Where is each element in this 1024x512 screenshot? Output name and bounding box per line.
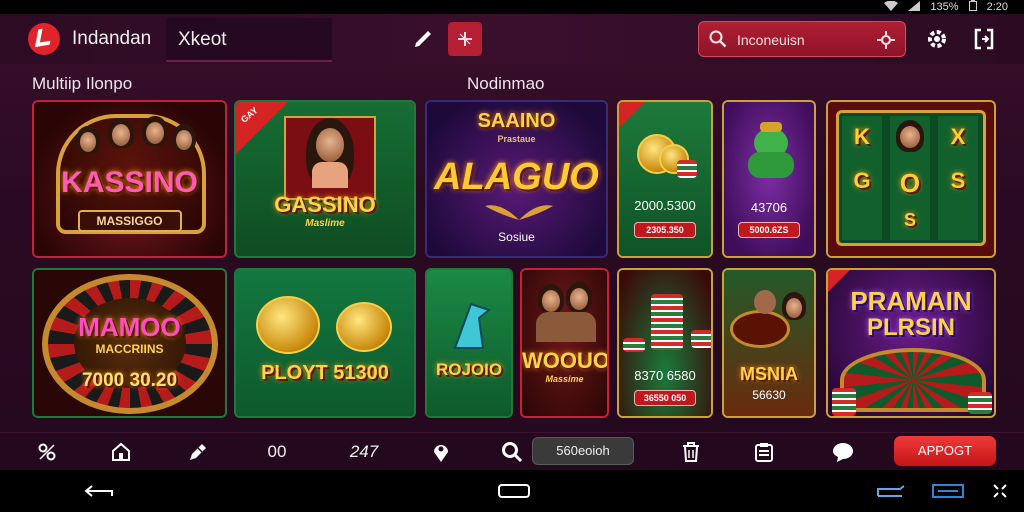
tile-subtitle: PLRSIN: [866, 314, 955, 341]
keyboard-icon[interactable]: [932, 482, 964, 500]
counter-b: 247: [349, 442, 379, 461]
signal-icon: [908, 0, 921, 14]
home-nav-icon[interactable]: [498, 482, 530, 500]
tile-subtitle: MACCRIINS: [95, 342, 164, 356]
tile-amount: 43706: [750, 200, 788, 215]
battery-icon: [968, 0, 977, 14]
reel-symbol: X: [950, 124, 966, 149]
game-tile-msnia[interactable]: MSNIA 56630: [722, 268, 816, 418]
location-pin-icon[interactable]: [430, 439, 452, 465]
tile-pill: 5000.6ZS: [738, 222, 800, 238]
reel-symbol: O: [899, 168, 921, 198]
tile-title: WOOUO: [522, 348, 609, 373]
settings-slider-icon[interactable]: [877, 31, 895, 49]
tile-subtitle: Maslime: [305, 218, 345, 229]
game-tile-pramain[interactable]: PRAMAIN PLRSIN: [826, 268, 996, 418]
system-nav-bar: [0, 470, 1024, 512]
tile-amount: 56630: [752, 388, 786, 402]
arrow-up-icon: [453, 302, 492, 349]
bottom-toolbar: 00 247 560eoioh APPOGT: [0, 432, 1024, 470]
tile-pill: MASSIGGO: [77, 210, 182, 232]
tile-amount: 8370 6580: [634, 368, 696, 383]
search-icon: [709, 30, 727, 48]
tile-top-subtitle: Prastaue: [497, 134, 536, 144]
status-bar: 135% 2:20: [0, 0, 1024, 14]
tile-pill: 2305.350: [634, 222, 696, 238]
pen-icon[interactable]: [410, 26, 436, 52]
tile-amount: 2000.5300: [634, 198, 696, 213]
tile-title: GASSINO: [274, 192, 376, 217]
game-tile-kassino[interactable]: KASSINO MASSIGGO: [32, 100, 227, 258]
search-icon[interactable]: [500, 439, 524, 465]
chat-bubble-icon[interactable]: [830, 439, 856, 465]
tile-title: KASSINO: [61, 166, 198, 199]
app-window: Indandan Xkeot Inconeuisn Multiip Ilonpo…: [0, 14, 1024, 470]
tile-top-title: SAAINO: [477, 110, 556, 132]
game-tile-frog[interactable]: 43706 5000.6ZS: [722, 100, 816, 258]
session-pill[interactable]: 560eoioh: [532, 437, 634, 465]
reel-symbol: K: [854, 124, 870, 149]
tile-amount: ROJOIO: [435, 360, 503, 379]
edit-icon[interactable]: [186, 439, 210, 465]
tab-label: Xkeot: [178, 29, 227, 50]
game-tile-woouo[interactable]: WOOUO Massime: [520, 268, 609, 418]
tile-title: ALAGUO: [434, 156, 599, 198]
tile-title: MAMOO: [78, 312, 181, 342]
brand-name: Indandan: [72, 28, 152, 49]
link-icon[interactable]: [36, 439, 58, 465]
home-icon[interactable]: [110, 439, 132, 465]
section-title-right: Nodinmao: [467, 74, 545, 93]
tile-pill: 36550 050: [634, 390, 696, 406]
clipboard-icon[interactable]: [752, 439, 776, 465]
search-input[interactable]: Inconeuisn: [737, 32, 805, 48]
expand-icon[interactable]: [990, 482, 1010, 500]
recent-apps-icon[interactable]: [876, 482, 906, 500]
tile-subtitle: Massime: [545, 374, 584, 384]
game-tile-ployt[interactable]: PLOYT 51300: [234, 268, 416, 418]
wifi-icon: [884, 0, 899, 14]
tile-amount: 7000 30.20: [81, 370, 178, 391]
game-tile-arrow[interactable]: ROJOIO: [425, 268, 513, 418]
counter-a: 00: [267, 442, 287, 461]
trash-icon[interactable]: [680, 439, 702, 465]
game-tile-alaguo[interactable]: SAAINO Prastaue ALAGUO Sosiue: [425, 100, 608, 258]
approve-button[interactable]: APPOGT: [894, 436, 996, 466]
app-logo[interactable]: [28, 23, 60, 55]
tab-active[interactable]: Xkeot: [166, 18, 332, 62]
game-tile-roulette[interactable]: MAMOO MACCRIINS 7000 30.20: [32, 268, 227, 418]
tile-caption: Sosiue: [498, 230, 535, 244]
tile-amount: PLOYT 51300: [261, 362, 389, 384]
add-button[interactable]: [448, 22, 482, 56]
tile-title: PRAMAIN: [850, 286, 972, 316]
clock: 2:20: [986, 1, 1008, 13]
game-tile-coins-green[interactable]: 2000.5300 2305.350: [617, 100, 713, 258]
game-tile-slots[interactable]: K X O S G S: [826, 100, 996, 258]
search-bar[interactable]: Inconeuisn: [698, 21, 906, 57]
game-tile-chips[interactable]: 8370 6580 36550 050: [617, 268, 713, 418]
back-icon[interactable]: [84, 482, 114, 500]
exit-icon[interactable]: [970, 25, 998, 53]
top-bar: Indandan Xkeot Inconeuisn: [0, 14, 1024, 64]
tile-title: MSNIA: [740, 364, 798, 384]
wings-icon: [485, 205, 553, 220]
section-title-left: Multiip Ilonpo: [32, 74, 133, 93]
reel-symbol: S: [903, 210, 916, 230]
gear-icon[interactable]: [924, 26, 950, 52]
game-tile-gassino[interactable]: GAY GASSINO Maslime: [234, 100, 416, 258]
battery-percent: 135%: [930, 1, 959, 13]
reel-symbol: S: [950, 168, 966, 193]
reel-symbol: G: [853, 168, 871, 193]
